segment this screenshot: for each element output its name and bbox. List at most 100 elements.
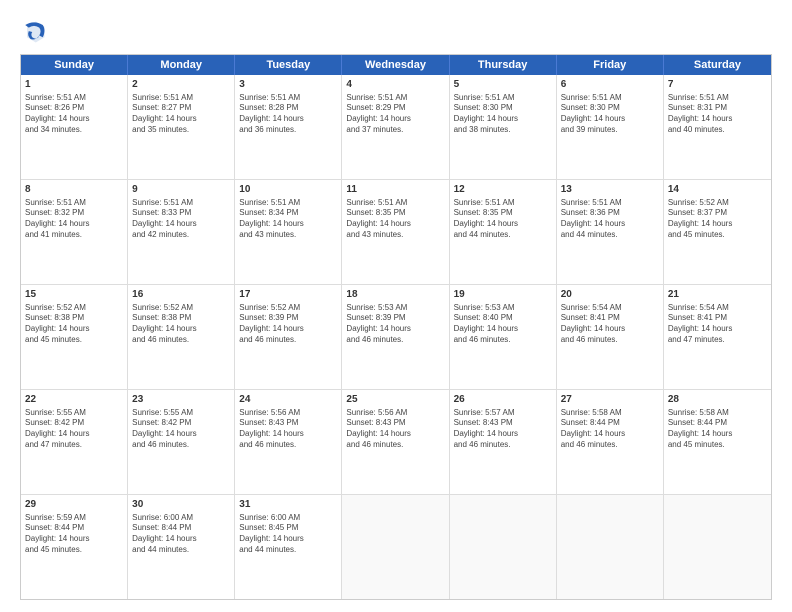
header-day-saturday: Saturday [664, 55, 771, 75]
day-number: 15 [25, 288, 123, 302]
cell-info: Sunrise: 5:54 AMSunset: 8:41 PMDaylight:… [561, 303, 659, 346]
day-number: 30 [132, 498, 230, 512]
header-day-wednesday: Wednesday [342, 55, 449, 75]
calendar-cell: 16Sunrise: 5:52 AMSunset: 8:38 PMDayligh… [128, 285, 235, 389]
cell-info: Sunrise: 5:54 AMSunset: 8:41 PMDaylight:… [668, 303, 767, 346]
cell-info: Sunrise: 5:51 AMSunset: 8:30 PMDaylight:… [454, 93, 552, 136]
day-number: 17 [239, 288, 337, 302]
calendar-cell: 27Sunrise: 5:58 AMSunset: 8:44 PMDayligh… [557, 390, 664, 494]
day-number: 23 [132, 393, 230, 407]
day-number: 12 [454, 183, 552, 197]
calendar-cell: 25Sunrise: 5:56 AMSunset: 8:43 PMDayligh… [342, 390, 449, 494]
calendar-cell: 23Sunrise: 5:55 AMSunset: 8:42 PMDayligh… [128, 390, 235, 494]
calendar-cell [450, 495, 557, 599]
cell-info: Sunrise: 5:51 AMSunset: 8:30 PMDaylight:… [561, 93, 659, 136]
cell-info: Sunrise: 5:51 AMSunset: 8:29 PMDaylight:… [346, 93, 444, 136]
day-number: 11 [346, 183, 444, 197]
cell-info: Sunrise: 5:58 AMSunset: 8:44 PMDaylight:… [561, 408, 659, 451]
logo [20, 18, 52, 46]
day-number: 16 [132, 288, 230, 302]
calendar-cell: 24Sunrise: 5:56 AMSunset: 8:43 PMDayligh… [235, 390, 342, 494]
cell-info: Sunrise: 5:52 AMSunset: 8:38 PMDaylight:… [25, 303, 123, 346]
calendar-cell: 1Sunrise: 5:51 AMSunset: 8:26 PMDaylight… [21, 75, 128, 179]
calendar-cell: 6Sunrise: 5:51 AMSunset: 8:30 PMDaylight… [557, 75, 664, 179]
day-number: 7 [668, 78, 767, 92]
day-number: 25 [346, 393, 444, 407]
calendar-cell: 12Sunrise: 5:51 AMSunset: 8:35 PMDayligh… [450, 180, 557, 284]
cell-info: Sunrise: 5:51 AMSunset: 8:35 PMDaylight:… [454, 198, 552, 241]
day-number: 20 [561, 288, 659, 302]
calendar-cell: 2Sunrise: 5:51 AMSunset: 8:27 PMDaylight… [128, 75, 235, 179]
cell-info: Sunrise: 5:53 AMSunset: 8:39 PMDaylight:… [346, 303, 444, 346]
calendar-body: 1Sunrise: 5:51 AMSunset: 8:26 PMDaylight… [21, 75, 771, 599]
cell-info: Sunrise: 5:51 AMSunset: 8:27 PMDaylight:… [132, 93, 230, 136]
calendar-cell: 30Sunrise: 6:00 AMSunset: 8:44 PMDayligh… [128, 495, 235, 599]
calendar-cell: 4Sunrise: 5:51 AMSunset: 8:29 PMDaylight… [342, 75, 449, 179]
calendar-cell: 20Sunrise: 5:54 AMSunset: 8:41 PMDayligh… [557, 285, 664, 389]
calendar-cell: 22Sunrise: 5:55 AMSunset: 8:42 PMDayligh… [21, 390, 128, 494]
calendar-cell: 8Sunrise: 5:51 AMSunset: 8:32 PMDaylight… [21, 180, 128, 284]
cell-info: Sunrise: 5:51 AMSunset: 8:28 PMDaylight:… [239, 93, 337, 136]
calendar-cell: 26Sunrise: 5:57 AMSunset: 8:43 PMDayligh… [450, 390, 557, 494]
cell-info: Sunrise: 5:56 AMSunset: 8:43 PMDaylight:… [239, 408, 337, 451]
day-number: 21 [668, 288, 767, 302]
calendar-cell: 7Sunrise: 5:51 AMSunset: 8:31 PMDaylight… [664, 75, 771, 179]
day-number: 13 [561, 183, 659, 197]
header-day-sunday: Sunday [21, 55, 128, 75]
cell-info: Sunrise: 5:51 AMSunset: 8:26 PMDaylight:… [25, 93, 123, 136]
cell-info: Sunrise: 6:00 AMSunset: 8:45 PMDaylight:… [239, 513, 337, 556]
day-number: 22 [25, 393, 123, 407]
calendar-cell [557, 495, 664, 599]
cell-info: Sunrise: 5:58 AMSunset: 8:44 PMDaylight:… [668, 408, 767, 451]
cell-info: Sunrise: 5:55 AMSunset: 8:42 PMDaylight:… [132, 408, 230, 451]
cell-info: Sunrise: 5:51 AMSunset: 8:35 PMDaylight:… [346, 198, 444, 241]
day-number: 28 [668, 393, 767, 407]
logo-icon [20, 18, 48, 46]
calendar-row-4: 29Sunrise: 5:59 AMSunset: 8:44 PMDayligh… [21, 494, 771, 599]
cell-info: Sunrise: 6:00 AMSunset: 8:44 PMDaylight:… [132, 513, 230, 556]
page: SundayMondayTuesdayWednesdayThursdayFrid… [0, 0, 792, 612]
calendar-cell [664, 495, 771, 599]
calendar-cell: 17Sunrise: 5:52 AMSunset: 8:39 PMDayligh… [235, 285, 342, 389]
calendar-cell: 13Sunrise: 5:51 AMSunset: 8:36 PMDayligh… [557, 180, 664, 284]
calendar: SundayMondayTuesdayWednesdayThursdayFrid… [20, 54, 772, 600]
calendar-cell: 28Sunrise: 5:58 AMSunset: 8:44 PMDayligh… [664, 390, 771, 494]
cell-info: Sunrise: 5:51 AMSunset: 8:34 PMDaylight:… [239, 198, 337, 241]
day-number: 26 [454, 393, 552, 407]
calendar-cell: 3Sunrise: 5:51 AMSunset: 8:28 PMDaylight… [235, 75, 342, 179]
cell-info: Sunrise: 5:53 AMSunset: 8:40 PMDaylight:… [454, 303, 552, 346]
cell-info: Sunrise: 5:55 AMSunset: 8:42 PMDaylight:… [25, 408, 123, 451]
day-number: 5 [454, 78, 552, 92]
calendar-cell [342, 495, 449, 599]
day-number: 31 [239, 498, 337, 512]
day-number: 19 [454, 288, 552, 302]
day-number: 4 [346, 78, 444, 92]
header-day-thursday: Thursday [450, 55, 557, 75]
calendar-cell: 5Sunrise: 5:51 AMSunset: 8:30 PMDaylight… [450, 75, 557, 179]
day-number: 18 [346, 288, 444, 302]
calendar-cell: 10Sunrise: 5:51 AMSunset: 8:34 PMDayligh… [235, 180, 342, 284]
cell-info: Sunrise: 5:56 AMSunset: 8:43 PMDaylight:… [346, 408, 444, 451]
calendar-cell: 15Sunrise: 5:52 AMSunset: 8:38 PMDayligh… [21, 285, 128, 389]
calendar-row-1: 8Sunrise: 5:51 AMSunset: 8:32 PMDaylight… [21, 179, 771, 284]
calendar-cell: 9Sunrise: 5:51 AMSunset: 8:33 PMDaylight… [128, 180, 235, 284]
calendar-row-0: 1Sunrise: 5:51 AMSunset: 8:26 PMDaylight… [21, 75, 771, 179]
calendar-cell: 19Sunrise: 5:53 AMSunset: 8:40 PMDayligh… [450, 285, 557, 389]
calendar-cell: 21Sunrise: 5:54 AMSunset: 8:41 PMDayligh… [664, 285, 771, 389]
cell-info: Sunrise: 5:51 AMSunset: 8:36 PMDaylight:… [561, 198, 659, 241]
cell-info: Sunrise: 5:51 AMSunset: 8:32 PMDaylight:… [25, 198, 123, 241]
header [20, 18, 772, 46]
calendar-header: SundayMondayTuesdayWednesdayThursdayFrid… [21, 55, 771, 75]
cell-info: Sunrise: 5:57 AMSunset: 8:43 PMDaylight:… [454, 408, 552, 451]
day-number: 2 [132, 78, 230, 92]
cell-info: Sunrise: 5:52 AMSunset: 8:39 PMDaylight:… [239, 303, 337, 346]
calendar-cell: 31Sunrise: 6:00 AMSunset: 8:45 PMDayligh… [235, 495, 342, 599]
calendar-cell: 11Sunrise: 5:51 AMSunset: 8:35 PMDayligh… [342, 180, 449, 284]
cell-info: Sunrise: 5:52 AMSunset: 8:37 PMDaylight:… [668, 198, 767, 241]
cell-info: Sunrise: 5:52 AMSunset: 8:38 PMDaylight:… [132, 303, 230, 346]
header-day-friday: Friday [557, 55, 664, 75]
day-number: 10 [239, 183, 337, 197]
header-day-monday: Monday [128, 55, 235, 75]
day-number: 3 [239, 78, 337, 92]
calendar-cell: 18Sunrise: 5:53 AMSunset: 8:39 PMDayligh… [342, 285, 449, 389]
